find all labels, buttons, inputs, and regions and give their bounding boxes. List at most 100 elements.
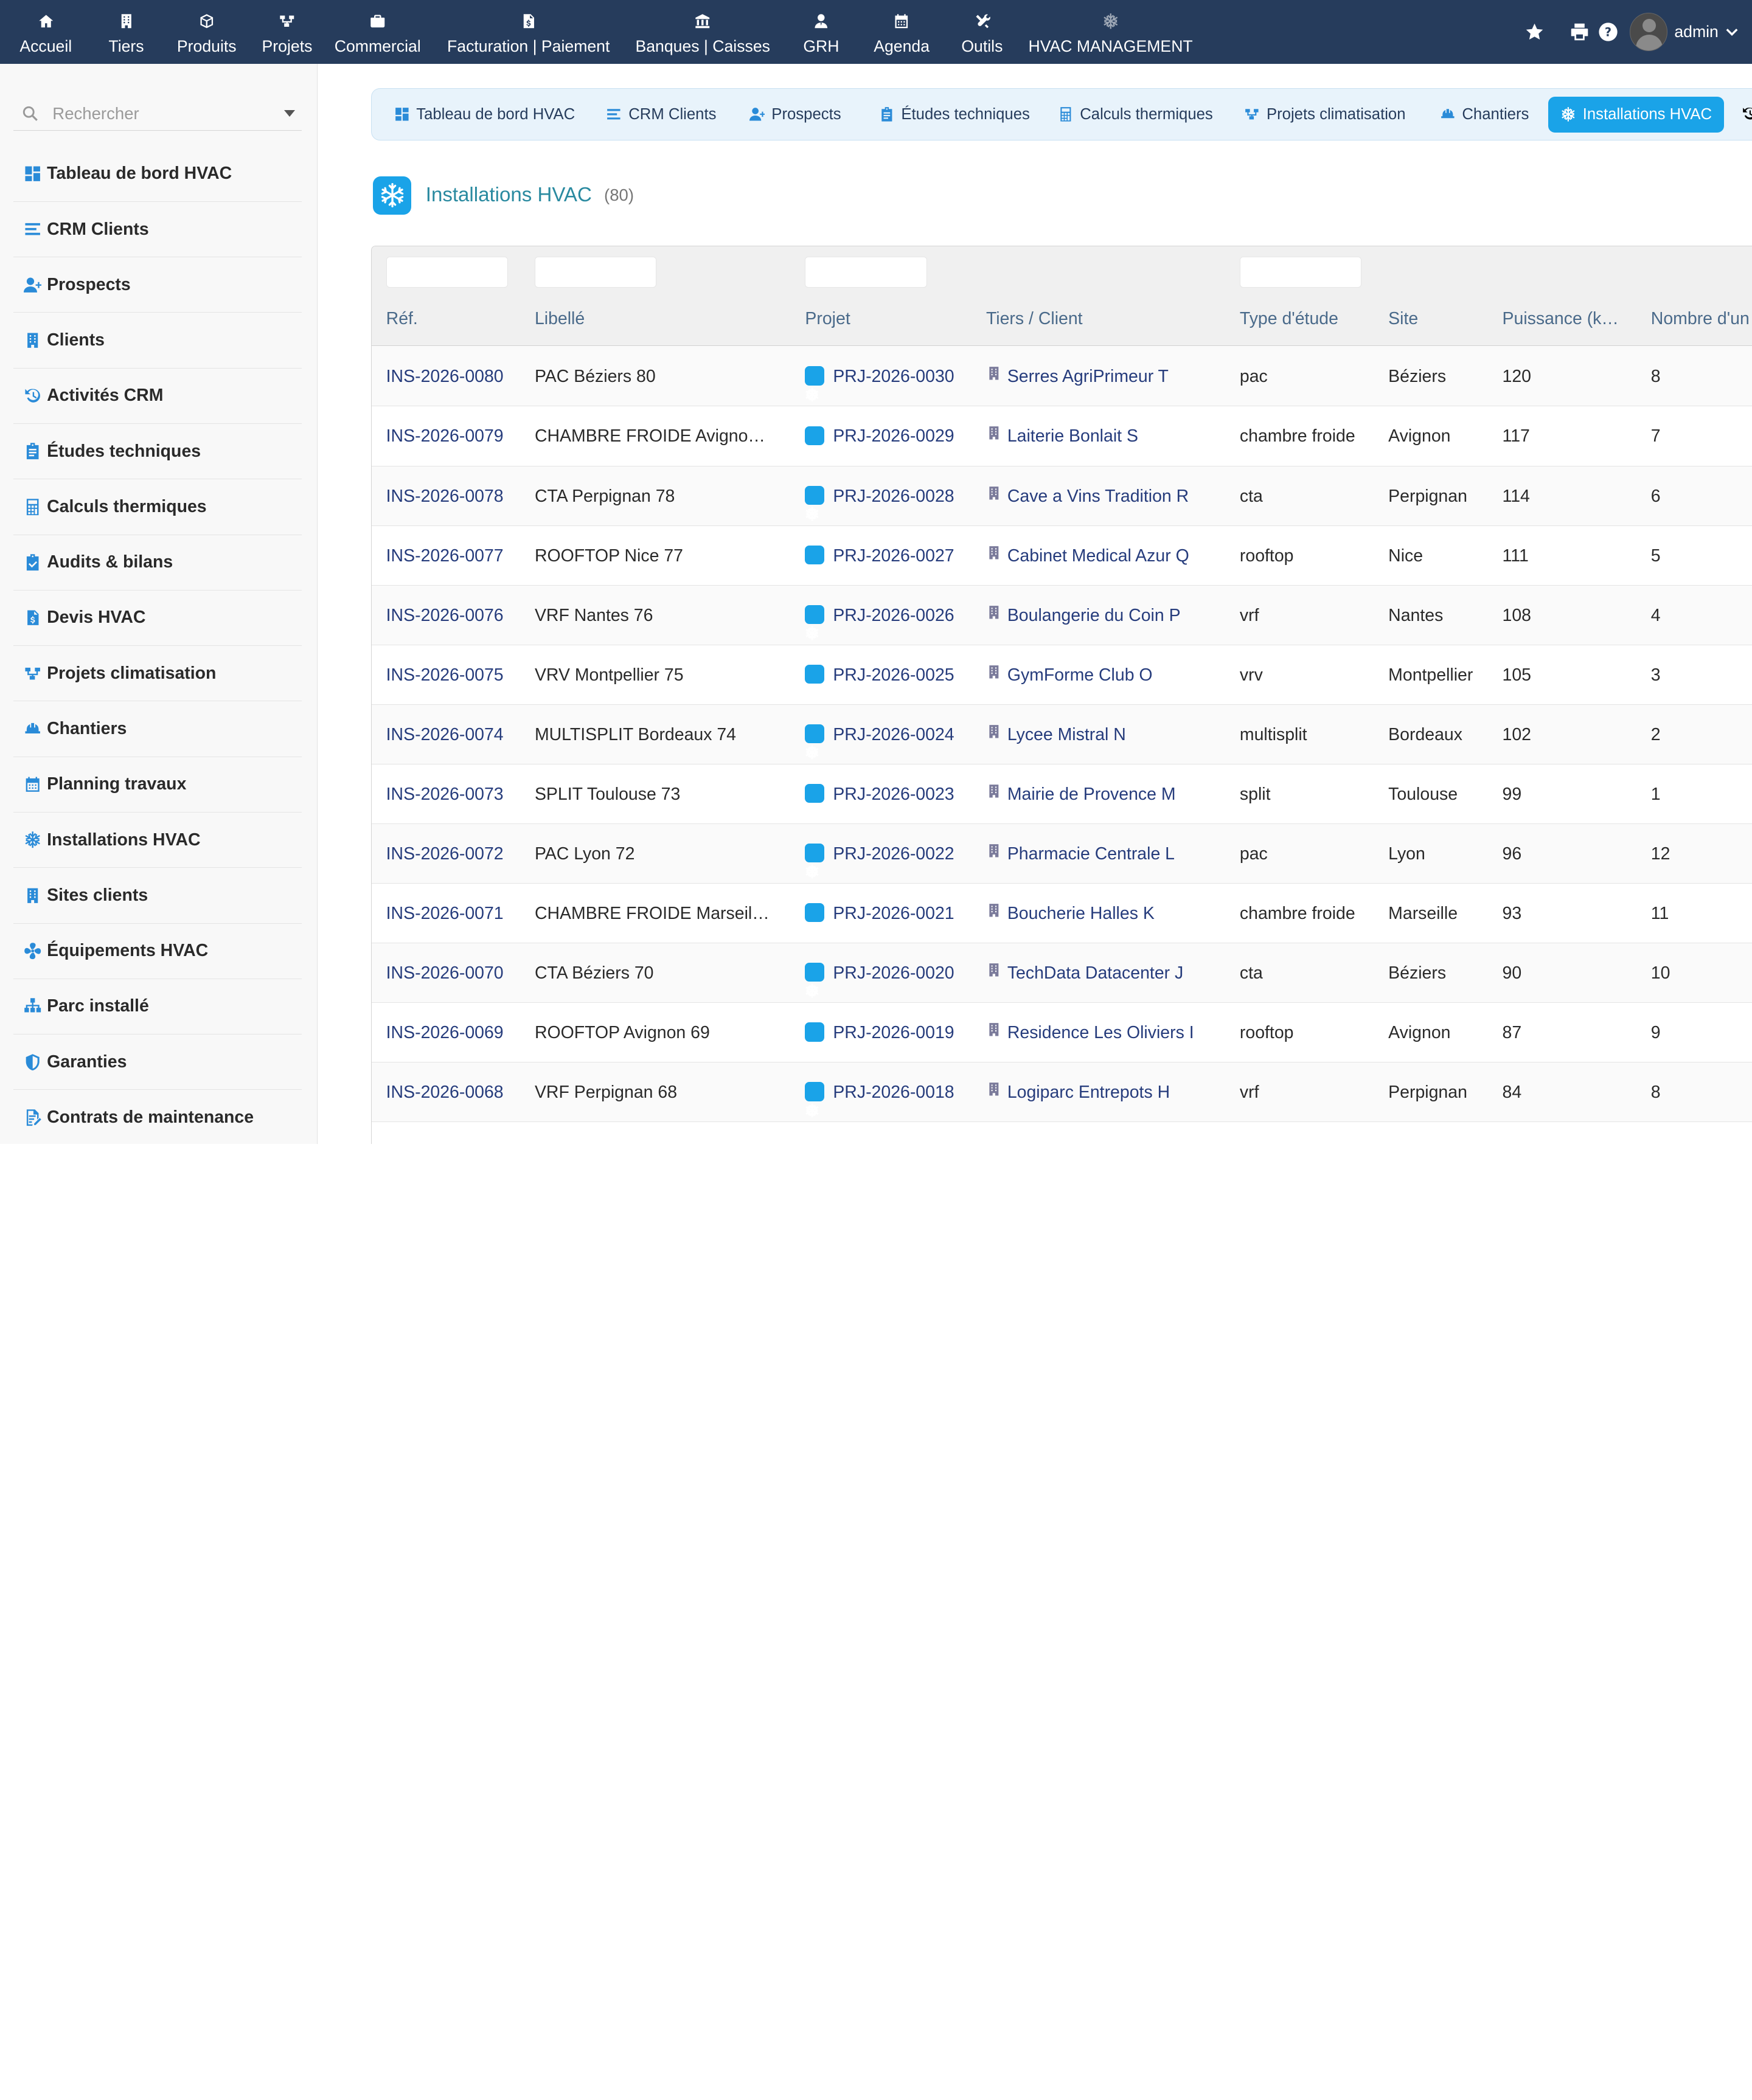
cell-ref[interactable]: INS-2026-0074 bbox=[386, 705, 526, 764]
user-name[interactable]: admin bbox=[1674, 23, 1719, 41]
sidebar-item-devis-hvac[interactable]: Devis HVAC bbox=[13, 591, 302, 646]
more-tabs-icon[interactable] bbox=[1742, 106, 1752, 126]
cell-project[interactable] bbox=[805, 1122, 978, 1143]
cell-client[interactable]: Cabinet Medical Azur Q bbox=[986, 526, 1232, 586]
table-row[interactable]: INS-2026-0068 VRF Perpignan 68 PRJ-2026-00… bbox=[371, 1062, 1752, 1123]
cell-project[interactable]: PRJ-2026-0030 bbox=[805, 347, 978, 406]
filter-label-input[interactable] bbox=[534, 256, 657, 288]
bookmark-star-icon[interactable] bbox=[1520, 17, 1549, 46]
cell-project[interactable]: PRJ-2026-0024 bbox=[805, 705, 978, 764]
cell-ref[interactable]: INS-2026-0069 bbox=[386, 1003, 526, 1062]
topnav-facturation-paiement[interactable]: Facturation | Paiement bbox=[428, 0, 629, 64]
cell-client[interactable]: GymForme Club O bbox=[986, 645, 1232, 705]
cell-project[interactable]: PRJ-2026-0018 bbox=[805, 1062, 978, 1122]
column-header-label[interactable]: Libellé bbox=[535, 309, 798, 329]
cell-ref[interactable]: INS-2026-0073 bbox=[386, 764, 526, 824]
topnav-tiers[interactable]: Tiers bbox=[86, 0, 166, 64]
topnav-accueil[interactable]: Accueil bbox=[5, 0, 86, 64]
cell-ref[interactable]: INS-2026-0072 bbox=[386, 824, 526, 884]
help-icon[interactable]: ? bbox=[1594, 17, 1623, 46]
cell-client[interactable]: Laiterie Bonlait S bbox=[986, 406, 1232, 466]
tab-prospects[interactable]: Prospects bbox=[737, 97, 853, 133]
tab-calculs-thermiques[interactable]: Calculs thermiques bbox=[1045, 97, 1225, 133]
cell-project[interactable]: PRJ-2026-0025 bbox=[805, 645, 978, 705]
sidebar-item-garanties[interactable]: Garanties bbox=[13, 1034, 302, 1090]
filter-project-input[interactable] bbox=[805, 256, 927, 288]
filter-study-type-input[interactable] bbox=[1239, 256, 1362, 288]
column-header-site[interactable]: Site bbox=[1388, 309, 1498, 329]
cell-project[interactable]: PRJ-2026-0023 bbox=[805, 764, 978, 824]
chevron-down-icon[interactable] bbox=[1725, 25, 1739, 38]
cell-ref[interactable]: INS-2026-0076 bbox=[386, 586, 526, 645]
cell-client[interactable]: Cave a Vins Tradition R bbox=[986, 466, 1232, 526]
table-row[interactable]: INS-2026-0069 ROOFTOP Avignon 69 PRJ-2026-… bbox=[371, 1003, 1752, 1063]
table-row[interactable]: INS-2026-0075 VRV Montpellier 75 PRJ-2026-… bbox=[371, 645, 1752, 705]
sidebar-item-projets-climatisation[interactable]: Projets climatisation bbox=[13, 646, 302, 702]
tab-tableau-de-bord-hvac[interactable]: Tableau de bord HVAC bbox=[381, 97, 587, 133]
table-row[interactable]: INS-2026-0073 SPLIT Toulouse 73 PRJ-2026-0… bbox=[371, 764, 1752, 824]
cell-ref[interactable]: INS-2026-0068 bbox=[386, 1062, 526, 1122]
cell-client[interactable]: Pharmacie Centrale L bbox=[986, 824, 1232, 884]
column-header-unit-count[interactable]: Nombre d'un bbox=[1651, 309, 1752, 329]
table-row[interactable]: INS-2026-0078 CTA Perpignan 78 PRJ-2026-00… bbox=[371, 466, 1752, 526]
cell-project[interactable]: PRJ-2026-0021 bbox=[805, 884, 978, 943]
cell-client[interactable]: Boulangerie du Coin P bbox=[986, 586, 1232, 645]
sidebar-item-tableau-de-bord-hvac[interactable]: Tableau de bord HVAC bbox=[13, 147, 302, 202]
column-header-ref[interactable]: Réf. bbox=[386, 309, 526, 329]
cell-client[interactable]: Logiparc Entrepots H bbox=[986, 1062, 1232, 1122]
cell-ref[interactable]: INS-2026-0078 bbox=[386, 466, 526, 526]
cell-project[interactable]: PRJ-2026-0026 bbox=[805, 586, 978, 645]
cell-client[interactable]: Residence Les Oliviers I bbox=[986, 1003, 1232, 1062]
sidebar-item-activites-crm[interactable]: Activités CRM bbox=[13, 369, 302, 424]
cell-project[interactable]: PRJ-2026-0019 bbox=[805, 1003, 978, 1062]
column-header-client[interactable]: Tiers / Client bbox=[986, 309, 1232, 329]
table-row[interactable]: INS-2026-0077 ROOFTOP Nice 77 PRJ-2026-002… bbox=[371, 525, 1752, 586]
cell-ref[interactable]: INS-2026-0080 bbox=[386, 347, 526, 406]
sidebar-item-crm-clients[interactable]: CRM Clients bbox=[13, 202, 302, 258]
sidebar-item-audits-bilans[interactable]: Audits & bilans bbox=[13, 535, 302, 591]
topnav-outils[interactable]: Outils bbox=[937, 0, 1027, 64]
sidebar-item-parc-installe[interactable]: Parc installé bbox=[13, 979, 302, 1035]
cell-project[interactable]: PRJ-2026-0027 bbox=[805, 526, 978, 586]
caret-down-icon[interactable] bbox=[283, 110, 295, 117]
cell-ref[interactable]: INS-2026-0075 bbox=[386, 645, 526, 705]
table-row[interactable]: INS-2026-0080 PAC Béziers 80 PRJ-2026-0030… bbox=[371, 347, 1752, 407]
table-row[interactable]: INS-2026-0079 CHAMBRE FROIDE Avigno… PRJ-2… bbox=[371, 406, 1752, 466]
topnav-commercial[interactable]: Commercial bbox=[327, 0, 428, 64]
tab-crm-clients[interactable]: CRM Clients bbox=[594, 97, 728, 133]
print-icon[interactable] bbox=[1565, 17, 1594, 46]
user-avatar[interactable] bbox=[1629, 13, 1668, 51]
sidebar-item-prospects[interactable]: Prospects bbox=[13, 257, 302, 313]
tab-etudes-techniques[interactable]: Études techniques bbox=[866, 97, 1042, 133]
table-row[interactable]: INS-2026-0072 PAC Lyon 72 PRJ-2026-0022 Pha… bbox=[371, 823, 1752, 884]
tab-projets-climatisation[interactable]: Projets climatisation bbox=[1232, 97, 1418, 133]
sidebar-search[interactable]: Rechercher bbox=[13, 97, 302, 131]
filter-ref-input[interactable] bbox=[386, 256, 508, 288]
cell-ref[interactable]: INS-2026-0077 bbox=[386, 526, 526, 586]
topnav-projets[interactable]: Projets bbox=[247, 0, 327, 64]
sidebar-item-sites-clients[interactable]: Sites clients bbox=[13, 868, 302, 924]
cell-project[interactable]: PRJ-2026-0028 bbox=[805, 466, 978, 526]
cell-ref[interactable] bbox=[386, 1122, 526, 1143]
cell-client[interactable]: Serres AgriPrimeur T bbox=[986, 347, 1232, 406]
tab-installations-hvac[interactable]: Installations HVAC bbox=[1548, 96, 1725, 133]
cell-client[interactable]: Boucherie Halles K bbox=[986, 884, 1232, 943]
sidebar-item-equipements-hvac[interactable]: Équipements HVAC bbox=[13, 924, 302, 979]
search-input[interactable]: Rechercher bbox=[52, 104, 284, 123]
cell-client[interactable]: Mairie de Provence M bbox=[986, 764, 1232, 824]
cell-client[interactable]: Lycee Mistral N bbox=[986, 705, 1232, 764]
topnav-agenda[interactable]: Agenda bbox=[866, 0, 937, 64]
cell-ref[interactable]: INS-2026-0071 bbox=[386, 884, 526, 943]
tab-chantiers[interactable]: Chantiers bbox=[1427, 97, 1541, 133]
table-row[interactable]: INS-2026-0076 VRF Nantes 76 PRJ-2026-0026 B… bbox=[371, 585, 1752, 645]
sidebar-item-planning-travaux[interactable]: Planning travaux bbox=[13, 757, 302, 813]
table-row[interactable] bbox=[371, 1122, 1752, 1144]
sidebar-item-contrats-de-maintenance[interactable]: Contrats de maintenance bbox=[13, 1090, 302, 1143]
sidebar-item-calculs-thermiques[interactable]: Calculs thermiques bbox=[13, 479, 302, 535]
cell-ref[interactable]: INS-2026-0070 bbox=[386, 943, 526, 1003]
sidebar-item-installations-hvac[interactable]: Installations HVAC bbox=[13, 813, 302, 868]
table-row[interactable]: INS-2026-0071 CHAMBRE FROIDE Marseil… PRJ-… bbox=[371, 884, 1752, 944]
cell-client[interactable]: TechData Datacenter J bbox=[986, 943, 1232, 1003]
cell-client[interactable] bbox=[986, 1122, 1232, 1143]
topnav-banques-caisses[interactable]: Banques | Caisses bbox=[629, 0, 776, 64]
